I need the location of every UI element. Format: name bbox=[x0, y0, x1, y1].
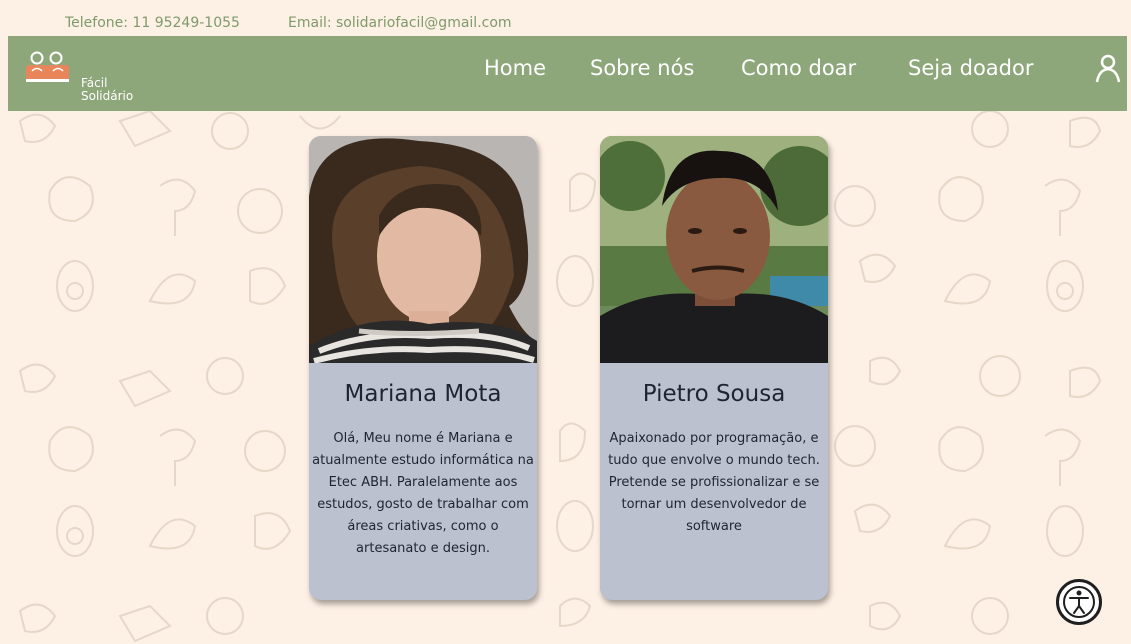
member-bio: Apaixonado por programação, e tudo que e… bbox=[608, 431, 820, 534]
accessibility-button[interactable] bbox=[1056, 579, 1102, 625]
email-text: Email: solidariofacil@gmail.com bbox=[288, 15, 512, 31]
navbar: Fácil Solidário Home Sobre nós Como doar… bbox=[8, 36, 1127, 111]
profile-photo bbox=[600, 136, 828, 363]
profile-photo bbox=[309, 136, 537, 363]
member-name: Pietro Sousa bbox=[642, 381, 786, 407]
brand-logo[interactable]: Fácil Solidário bbox=[23, 51, 143, 103]
brand-line-2: Solidário bbox=[81, 89, 134, 103]
team-card-mariana: Mariana Mota Olá, Meu nome é Mariana e a… bbox=[309, 136, 537, 600]
brand-name: Fácil Solidário bbox=[81, 77, 133, 103]
phone-text: Telefone: 11 95249-1055 bbox=[65, 15, 240, 31]
accessibility-icon bbox=[1063, 586, 1095, 618]
user-icon[interactable] bbox=[1095, 54, 1121, 84]
nav-seja-doador[interactable]: Seja doador bbox=[908, 56, 1034, 80]
member-bio: Olá, Meu nome é Mariana e atualmente est… bbox=[312, 431, 534, 556]
nav-home[interactable]: Home bbox=[484, 56, 546, 80]
team-card-pietro: Pietro Sousa Apaixonado por programação,… bbox=[600, 136, 828, 600]
nav-como-doar[interactable]: Como doar bbox=[741, 56, 856, 80]
member-name: Mariana Mota bbox=[344, 381, 502, 407]
handshake-bags-icon bbox=[26, 51, 69, 82]
contact-bar: Telefone: 11 95249-1055 Email: solidario… bbox=[8, 10, 1127, 36]
nav-sobre-nos[interactable]: Sobre nós bbox=[590, 56, 694, 80]
food-pattern-background bbox=[18, 111, 1102, 643]
